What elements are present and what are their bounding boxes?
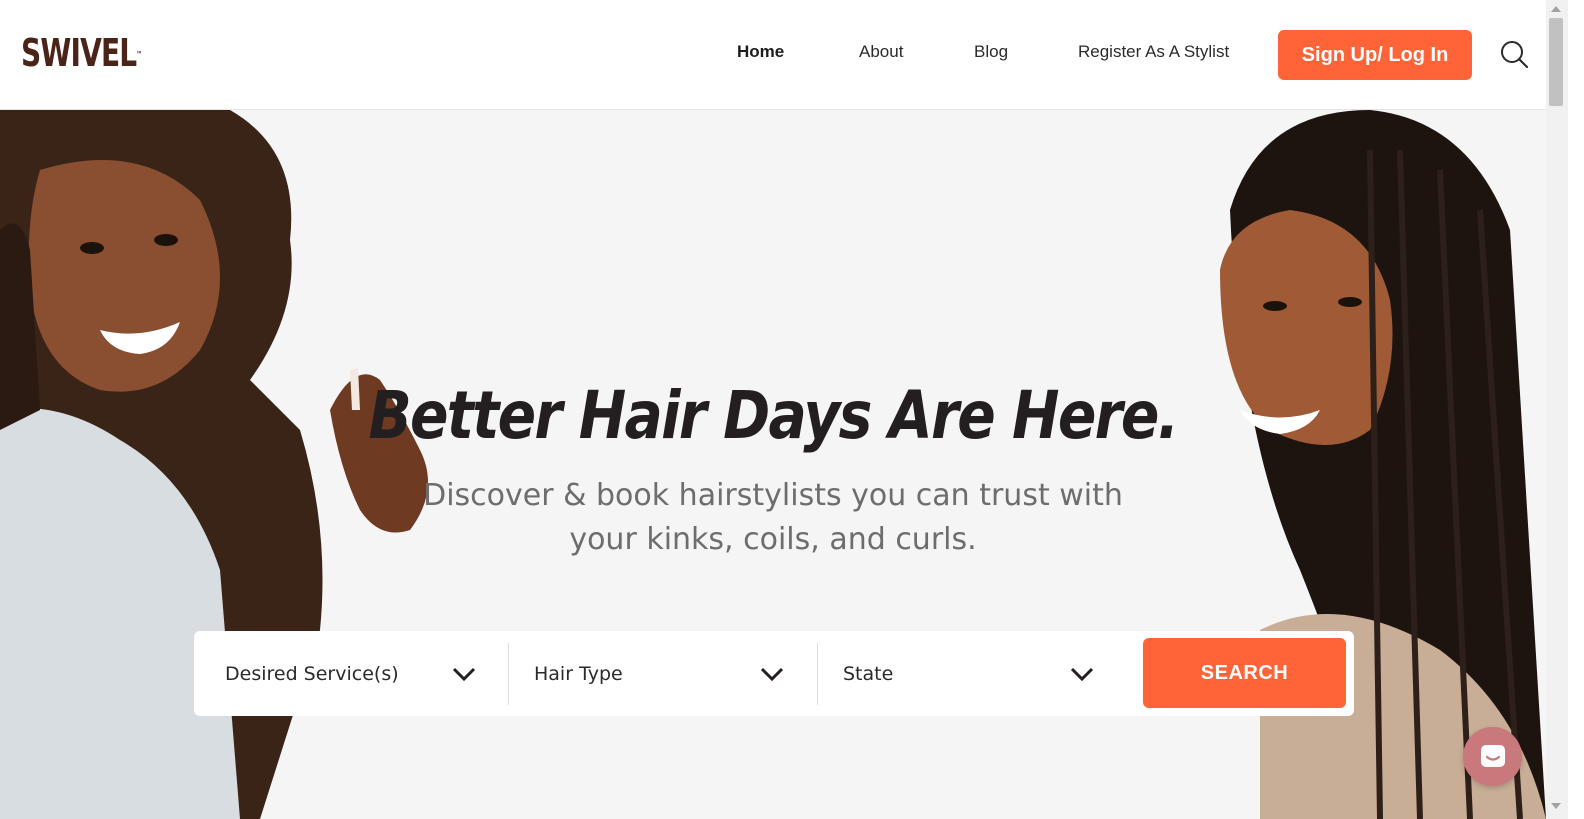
scroll-up-arrow[interactable] xyxy=(1551,6,1561,12)
hero-subheadline: Discover & book hairstylists you can tru… xyxy=(423,478,1123,557)
hair-type-label: Hair Type xyxy=(534,662,623,685)
nav-blog[interactable]: Blog xyxy=(974,42,1008,62)
field-divider xyxy=(817,643,818,705)
window-edge xyxy=(1568,0,1584,819)
nav-about[interactable]: About xyxy=(859,42,903,62)
chevron-down-icon xyxy=(452,667,476,681)
nav-home[interactable]: Home xyxy=(737,42,784,62)
site-header: SWIVEL™ Home About Blog Register As A St… xyxy=(0,0,1546,110)
chat-icon xyxy=(1480,744,1505,767)
sign-up-login-button[interactable]: Sign Up/ Log In xyxy=(1278,30,1472,80)
chevron-down-icon xyxy=(1070,667,1094,681)
hero-headline: Better Hair Days Are Here. xyxy=(368,377,1179,454)
page-scrollbar[interactable] xyxy=(1546,0,1568,819)
search-icon[interactable] xyxy=(1499,39,1529,69)
scroll-thumb[interactable] xyxy=(1549,18,1563,106)
chat-launcher-button[interactable] xyxy=(1463,727,1522,786)
desired-services-select[interactable]: Desired Service(s) xyxy=(225,631,505,716)
desired-services-label: Desired Service(s) xyxy=(225,662,399,685)
state-label: State xyxy=(843,662,894,685)
logo-text: SWIVEL xyxy=(21,31,137,75)
hair-type-select[interactable]: Hair Type xyxy=(534,631,814,716)
hero-section: Better Hair Days Are Here. Discover & bo… xyxy=(0,110,1546,819)
scroll-down-arrow[interactable] xyxy=(1551,803,1561,809)
search-button[interactable]: SEARCH xyxy=(1143,638,1346,708)
swivel-logo[interactable]: SWIVEL™ xyxy=(21,31,142,75)
field-divider xyxy=(508,643,509,705)
nav-register-stylist[interactable]: Register As A Stylist xyxy=(1078,42,1229,62)
state-select[interactable]: State xyxy=(843,631,1123,716)
chevron-down-icon xyxy=(760,667,784,681)
logo-trademark: ™ xyxy=(136,50,142,59)
stylist-search-bar: Desired Service(s) Hair Type State SEARC… xyxy=(194,631,1354,716)
